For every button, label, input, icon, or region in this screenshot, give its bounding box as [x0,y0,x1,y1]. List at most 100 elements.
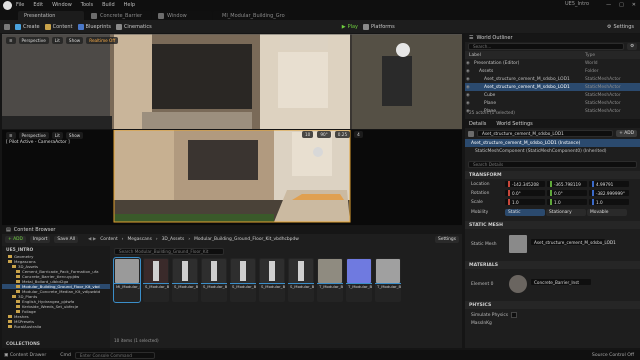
menu-build[interactable]: Build [102,2,115,8]
play-button[interactable]: ▶ Play [342,24,358,30]
nav-arrows[interactable]: ◀ ▶ [88,237,96,242]
asset-tile[interactable]: S_Modular_Building_Ground_Floor [172,258,198,302]
column-type[interactable]: Type [585,53,595,58]
component-instance-row[interactable]: Aset_structure_cement_M_sdsbo_LOD1 (Inst… [465,139,640,147]
content-drawer-button[interactable]: ▣ Content Drawer [4,353,46,358]
platforms-button[interactable]: Platforms [363,23,395,30]
add-component-button[interactable]: + ADD [616,130,637,137]
tab-presentation[interactable]: Presentation [18,11,84,20]
scale-z-field[interactable]: 1.0 [589,199,629,205]
mobility-stationary[interactable]: Stationary [546,209,586,216]
rotation-z-field[interactable]: -382.999999° [589,190,629,196]
visibility-icon[interactable]: ◉ [466,101,470,106]
settings-button[interactable]: ⚙ Settings [607,24,634,30]
cinematics-button[interactable]: Cinematics [115,23,152,30]
mobility-static[interactable]: Static [505,209,545,216]
outliner-row[interactable]: ◉ Presentation (Editor) World [465,59,640,67]
visibility-icon[interactable]: ◉ [466,93,470,98]
rotation-y-field[interactable]: 0.0° [547,190,587,196]
content-button[interactable]: Content [44,23,73,30]
transform-section[interactable]: TRANSFORM [465,171,640,179]
menu-window[interactable]: Window [52,2,72,8]
tree-root[interactable]: UE5_INTRO [2,246,110,254]
asset-tile[interactable]: MI_Modular_Building_Ground_Floor [113,257,141,303]
menu-tools[interactable]: Tools [81,2,93,8]
static-mesh-dropdown[interactable]: Aset_structure_cement_M_sdsbo_LOD1 [531,239,616,245]
visibility-icon[interactable]: ◉ [466,77,470,82]
close-icon[interactable]: ✕ [632,2,636,8]
asset-tile[interactable]: S_Modular_Building_Ground_Floor [230,258,256,302]
add-button[interactable]: + ADD [5,235,26,243]
outliner-row[interactable]: ◉ Aset_structure_cement_M_sdsbo_LOD1 Stati… [465,83,640,91]
camera-speed-value[interactable]: 4 [354,131,363,138]
content-settings-button[interactable]: Settings [434,235,459,243]
visibility-icon[interactable]: ◉ [466,69,470,74]
lit-button[interactable]: Lit [51,36,63,44]
breadcrumb-3d-assets[interactable]: 3D_Assets [162,237,185,242]
rotation-x-field[interactable]: 0.0° [505,190,545,196]
collections-header[interactable]: COLLECTIONS [2,340,40,348]
viewport-bottom[interactable]: ≡ Perspective Lit Show [ Pilot Active - … [2,130,462,225]
physics-section[interactable]: PHYSICS [465,301,640,309]
viewport-top[interactable]: ≡ Perspective Lit Show Realtime Off [2,34,462,129]
lit-button[interactable]: Lit [51,131,63,139]
visibility-icon[interactable]: ◉ [466,85,470,90]
scale-snap-value[interactable]: 0.25 [334,131,351,138]
breadcrumb-kit[interactable]: Modular_Building_Ground_Floor_Kit_vbdhcb… [194,237,299,242]
scale-y-field[interactable]: 1.0 [547,199,587,205]
tree-item[interactable]: RuralAustralia [2,324,110,329]
mobility-movable[interactable]: Movable [587,209,627,216]
realtime-warning[interactable]: Realtime Off [86,36,119,44]
content-search-input[interactable]: Search Modular_Building_Ground_Floor_Kit [114,248,224,255]
viewport-options-button[interactable]: ≡ [6,131,16,139]
show-button[interactable]: Show [65,131,84,139]
location-z-field[interactable]: 4.99791 [589,181,629,187]
breadcrumb-content[interactable]: Content [100,237,117,242]
blueprints-button[interactable]: Blueprints [77,23,111,30]
create-button[interactable]: Create [15,23,40,30]
perspective-button[interactable]: Perspective [18,131,49,139]
save-all-button[interactable]: Save All [54,235,79,243]
outliner-search-input[interactable]: Search... [468,43,625,50]
tab-world-settings[interactable]: World Settings [496,121,532,127]
tab-material-instance[interactable]: MI_Modular_Building_Gro [213,11,289,20]
breadcrumb-megascans[interactable]: Megascans [127,237,151,242]
materials-section[interactable]: MATERIALS [465,261,640,269]
viewport-options-button[interactable]: ≡ [6,36,16,44]
static-mesh-section[interactable]: STATIC MESH [465,221,640,229]
scale-x-field[interactable]: 1.0 [505,199,545,205]
outliner-row[interactable]: ◉ Assets Folder [465,67,640,75]
asset-tile[interactable]: S_Modular_Building_Ground_Floor [259,258,285,302]
outliner-row[interactable]: ◉ Cube StaticMeshActor [465,91,640,99]
location-y-field[interactable]: -365.798119 [547,181,587,187]
maximize-icon[interactable]: □ [619,2,624,8]
tab-window[interactable]: Window [152,11,212,20]
rotation-snap-value[interactable]: 90° [317,131,331,138]
source-control-button[interactable]: Source Control Off [592,353,634,358]
actor-name-field[interactable]: Aset_structure_cement_M_sdsbo_LOD1 [477,130,614,137]
asset-tile[interactable]: T_Modular_Building_Ground_Floor [346,258,372,302]
details-search-input[interactable]: Search Details [468,161,637,168]
menu-help[interactable]: Help [124,2,135,8]
tab-details[interactable]: Details [469,121,486,127]
outliner-row[interactable]: ◉ Plane StaticMeshActor [465,99,640,107]
console-input[interactable]: Enter Console Command [74,351,155,359]
component-row[interactable]: StaticMeshComponent (StaticMeshComponent… [465,147,640,155]
save-icon[interactable] [4,23,10,30]
minimize-icon[interactable]: — [606,2,611,8]
filter-icon[interactable]: ⚙ [627,43,637,50]
material-thumbnail[interactable] [509,275,527,293]
visibility-icon[interactable]: ◉ [466,61,470,66]
location-x-field[interactable]: -142.345208 [505,181,545,187]
asset-tile[interactable]: T_Modular_Building_Ground_Floor [375,258,401,302]
asset-tile[interactable]: S_Modular_Building_Ground_Floor [288,258,314,302]
menu-file[interactable]: File [16,2,24,8]
tab-concrete-barrier[interactable]: Concrete_Barrier [85,11,151,20]
output-log-button[interactable]: Cmd [60,353,71,358]
import-button[interactable]: Import [29,235,51,243]
column-label[interactable]: Label [469,53,481,58]
outliner-row[interactable]: ◉ Aset_structure_cement_M_sdsbo_LOD1 Stati… [465,75,640,83]
show-button[interactable]: Show [65,36,84,44]
static-mesh-thumbnail[interactable] [509,235,527,253]
material-dropdown[interactable]: Concrete_Barrier_Inst [531,279,591,285]
